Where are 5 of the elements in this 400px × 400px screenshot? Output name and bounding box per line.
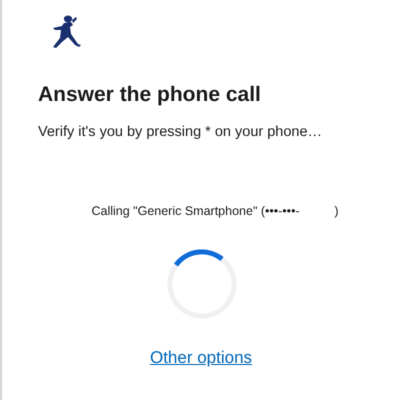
calling-text: Calling "Generic Smartphone" (•••-•••- ): [91, 203, 338, 220]
loading-spinner: [166, 248, 238, 320]
description: Verify it's you by pressing * on your phone…: [38, 123, 324, 142]
heading: Answer the phone call: [38, 82, 262, 108]
other-options-link[interactable]: Other options: [150, 345, 252, 370]
